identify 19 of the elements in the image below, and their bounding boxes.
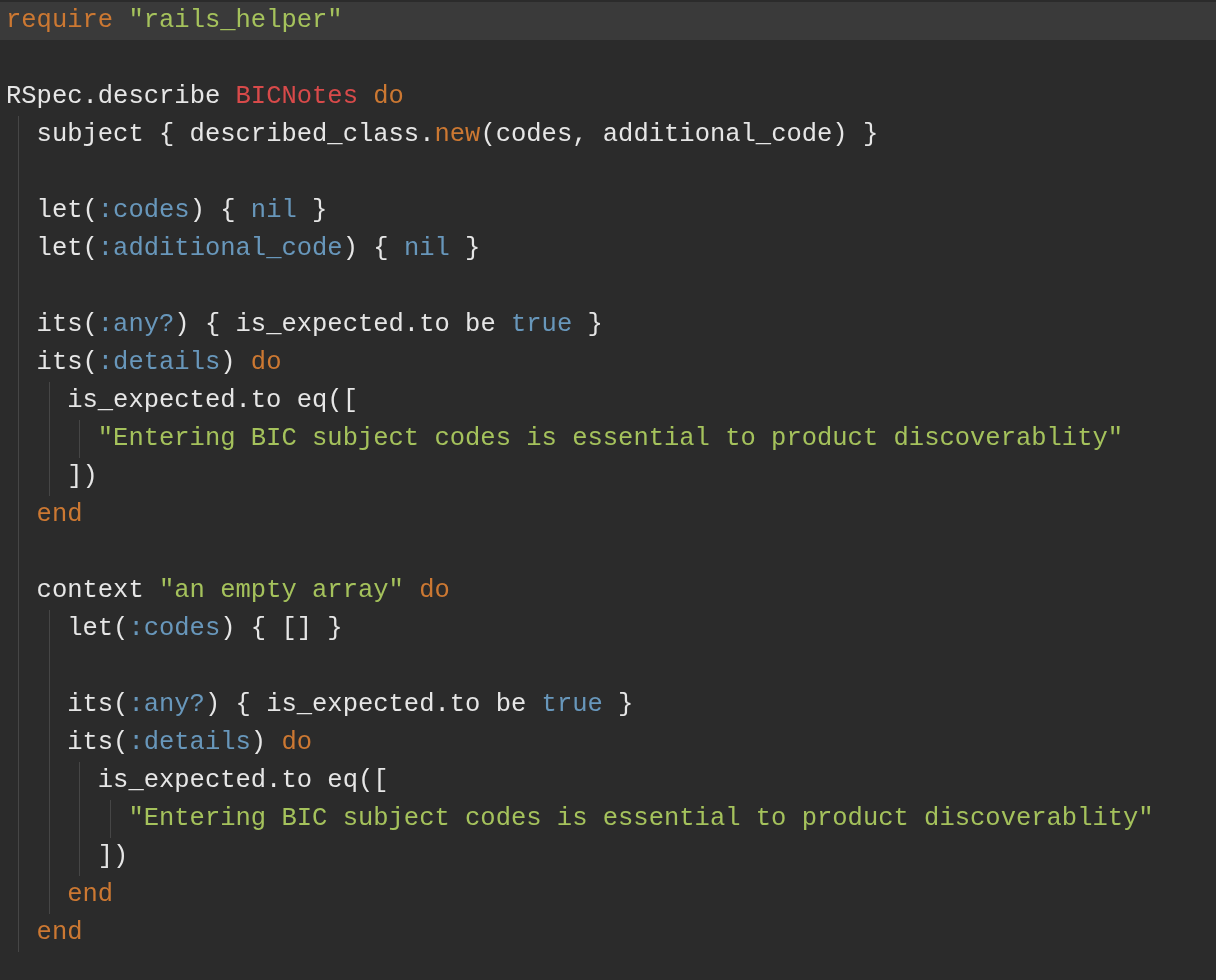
code-line: is_expected.to eq([ — [0, 762, 1216, 800]
code-line: "Entering BIC subject codes is essential to product discoverablity" — [0, 800, 1216, 838]
code-line: ]) — [0, 838, 1216, 876]
code-line: let(:codes) { nil } — [0, 192, 1216, 230]
code-line: its(:any?) { is_expected.to be true } — [0, 686, 1216, 724]
code-line: ]) — [0, 458, 1216, 496]
code-line: let(:codes) { [] } — [0, 610, 1216, 648]
code-line: subject { described_class.new(codes, additional_code) } — [0, 116, 1216, 154]
code-line: context "an empty array" do — [0, 572, 1216, 610]
code-line: end — [0, 876, 1216, 914]
code-line: end — [0, 496, 1216, 534]
code-line: its(:details) do — [0, 344, 1216, 382]
code-line: is_expected.to eq([ — [0, 382, 1216, 420]
code-line: its(:details) do — [0, 724, 1216, 762]
code-line: "Entering BIC subject codes is essential to product discoverablity" — [0, 420, 1216, 458]
code-line: its(:any?) { is_expected.to be true } — [0, 306, 1216, 344]
code-line: RSpec.describe BICNotes do — [5, 81, 405, 113]
code-line: end — [0, 914, 1216, 952]
code-line: let(:additional_code) { nil } — [0, 230, 1216, 268]
